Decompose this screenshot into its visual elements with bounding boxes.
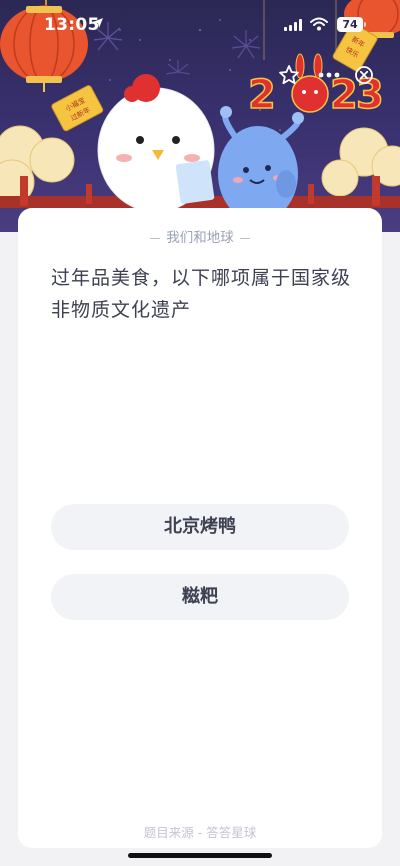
wifi-icon bbox=[310, 17, 328, 31]
scroll-left: 小福宝 过新年 bbox=[51, 85, 104, 132]
status-bar: 13:05 74 bbox=[0, 0, 400, 54]
answer-option-1[interactable]: 北京烤鸭 bbox=[51, 504, 349, 550]
category-dash-right bbox=[239, 237, 250, 239]
question-text: 过年品美食，以下哪项属于国家级非物质文化遗产 bbox=[51, 267, 352, 321]
battery-indicator: 74 bbox=[337, 17, 363, 32]
question-source: 题目来源 - 答答星球 bbox=[143, 825, 257, 840]
location-arrow-icon bbox=[93, 18, 103, 28]
category-tag: 我们和地球 bbox=[18, 226, 382, 246]
star-outline-icon[interactable] bbox=[278, 64, 300, 86]
battery-tip bbox=[364, 22, 366, 27]
cellular-signal-icon bbox=[284, 19, 302, 31]
firework-center bbox=[165, 60, 191, 75]
paper-sheet bbox=[175, 160, 215, 204]
question-card: 我们和地球 过年品美食，以下哪项属于国家级非物质文化遗产 北京烤鸭 糍粑 题目来… bbox=[18, 208, 382, 848]
close-circle-icon[interactable] bbox=[354, 65, 374, 85]
answer-option-2[interactable]: 糍粑 bbox=[51, 574, 349, 620]
category-dash-left bbox=[150, 237, 161, 239]
category-label: 我们和地球 bbox=[166, 230, 234, 246]
more-dots-icon[interactable] bbox=[318, 72, 340, 78]
year-digit-2: 2 bbox=[248, 72, 276, 118]
home-indicator[interactable] bbox=[128, 853, 272, 858]
